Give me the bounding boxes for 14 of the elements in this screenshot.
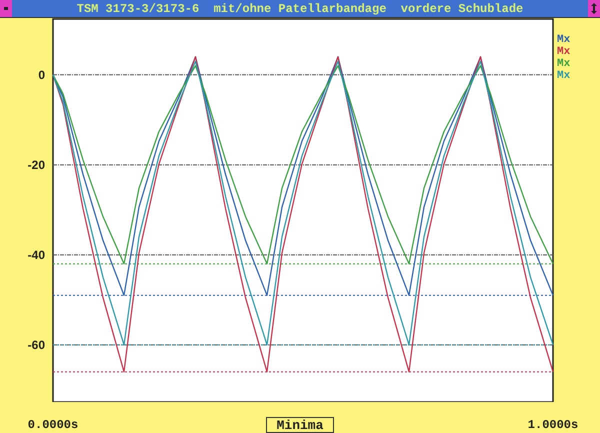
legend-label: Mx [557,70,570,82]
legend-label: Mx [557,34,570,46]
resize-icon[interactable] [588,0,600,17]
axis-label: -60 [28,338,45,352]
axis-label: 1.0000s [528,419,578,431]
window-title: TSM 3173-3/3173-6 mit/ohne Patellarbandage vordere Schublade [76,0,524,18]
legend-label: Mx [557,58,570,70]
minima-button[interactable]: Minima [266,417,334,433]
axis-label: -40 [28,248,45,262]
axis-label: -20 [28,158,45,172]
axis-label: 0.0000s [28,419,78,431]
legend-label: Mx [557,46,570,58]
system-menu-icon[interactable] [0,0,12,17]
axis-label: 0 [38,68,45,82]
